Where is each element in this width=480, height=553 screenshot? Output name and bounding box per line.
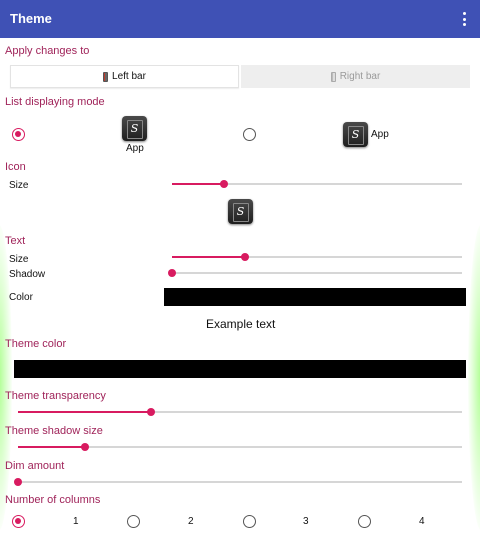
icon-size-slider[interactable] [172,179,462,189]
slider-thumb[interactable] [220,180,229,188]
columns-label-1: 1 [73,516,79,527]
icon-heading: Icon [5,161,26,173]
right-edge-glow [468,225,480,530]
columns-radio-1[interactable] [12,515,25,528]
theme-shadow-size-heading: Theme shadow size [5,425,103,437]
theme-transparency-heading: Theme transparency [5,390,106,402]
icon-size-label: Size [9,180,29,191]
right-bar-label: Right bar [339,71,381,82]
example-text: Example text [206,317,276,331]
slider-thumb[interactable] [168,269,176,277]
app-icon: S [343,122,368,147]
icon-preview: S [228,199,253,224]
slider-thumb[interactable] [147,408,156,416]
columns-label-3: 3 [303,516,309,527]
columns-label-4: 4 [419,516,425,527]
apply-changes-heading: Apply changes to [5,45,90,57]
left-bar-label: Left bar [112,71,146,82]
app-icon: S [122,116,147,141]
slider-thumb[interactable] [80,443,89,451]
columns-radio-4[interactable] [358,515,371,528]
theme-color-swatch[interactable] [14,360,466,378]
columns-heading: Number of columns [5,494,101,506]
list-mode-radio-2[interactable] [243,128,256,141]
app-bar: Theme [0,0,480,38]
dim-amount-heading: Dim amount [5,460,65,472]
page-title: Theme [10,11,52,26]
text-shadow-slider[interactable] [168,268,462,278]
list-mode-label-1: App [126,143,144,154]
phone-icon [330,71,336,82]
list-mode-radio-1[interactable] [12,128,25,141]
columns-radio-3[interactable] [243,515,256,528]
text-color-label: Color [9,292,33,303]
text-color-swatch[interactable] [164,288,466,306]
list-mode-label-2: App [371,129,389,140]
phone-icon [103,71,109,82]
more-vert-icon[interactable] [462,12,466,26]
slider-thumb[interactable] [240,253,249,261]
text-size-label: Size [9,254,29,265]
columns-label-2: 2 [188,516,194,527]
text-size-slider[interactable] [172,252,462,262]
theme-shadow-size-slider[interactable] [18,442,462,452]
text-shadow-label: Shadow [9,269,46,280]
slider-thumb[interactable] [14,478,22,486]
dim-amount-slider[interactable] [14,477,462,487]
left-bar-button[interactable]: Left bar [10,65,239,88]
theme-color-heading: Theme color [5,338,67,350]
text-heading: Text [5,235,26,247]
right-bar-button[interactable]: Right bar [241,65,470,88]
theme-transparency-slider[interactable] [18,407,462,417]
columns-radio-2[interactable] [127,515,140,528]
list-mode-heading: List displaying mode [5,96,105,108]
